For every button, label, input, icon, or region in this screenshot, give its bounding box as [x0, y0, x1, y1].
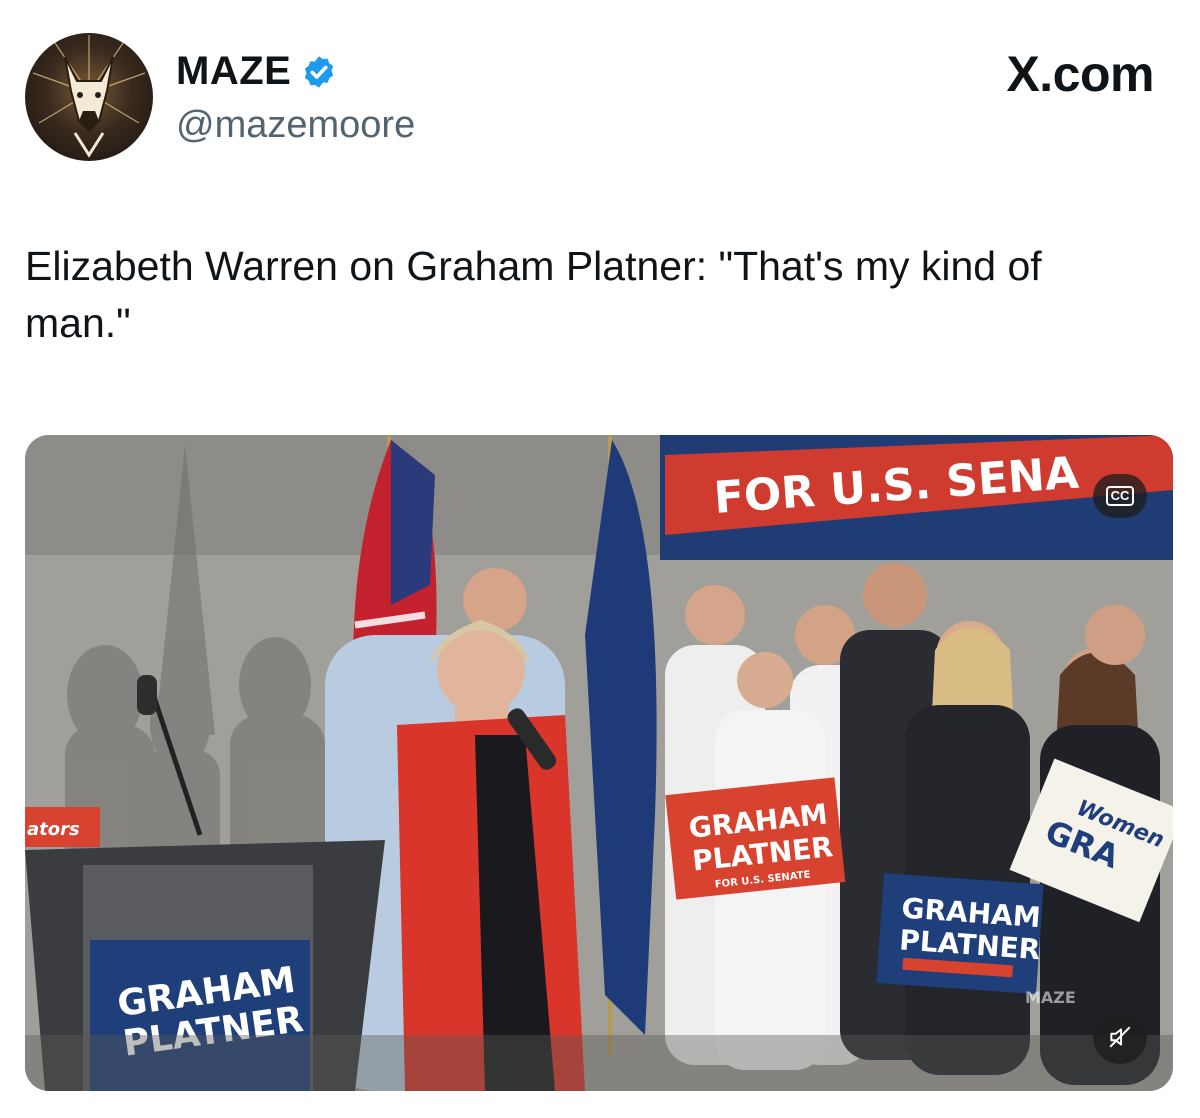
speaker-muted-icon — [1109, 1026, 1131, 1048]
doberman-logo-icon — [32, 35, 146, 158]
verified-badge-icon — [305, 55, 334, 88]
author-name-row[interactable]: MAZE — [176, 49, 337, 94]
x-com-brand: X.com — [1006, 46, 1154, 102]
left-sign-fragment: ators — [27, 819, 80, 840]
author-avatar[interactable] — [25, 33, 153, 161]
tweet-video[interactable]: FOR U.S. SENA GRAHAM PLATNER ators GRAHA… — [25, 435, 1173, 1091]
closed-captions-icon: CC — [1105, 486, 1135, 506]
video-frame: FOR U.S. SENA GRAHAM PLATNER ators GRAHA… — [25, 435, 1173, 1091]
closed-captions-button[interactable]: CC — [1093, 474, 1147, 518]
author-handle[interactable]: @mazemoore — [176, 104, 415, 147]
tweet-text: Elizabeth Warren on Graham Platner: "Tha… — [25, 243, 1042, 346]
video-watermark: MAZE — [1025, 988, 1076, 1007]
author-display-name[interactable]: MAZE — [176, 49, 291, 94]
mute-button[interactable] — [1093, 1010, 1147, 1064]
